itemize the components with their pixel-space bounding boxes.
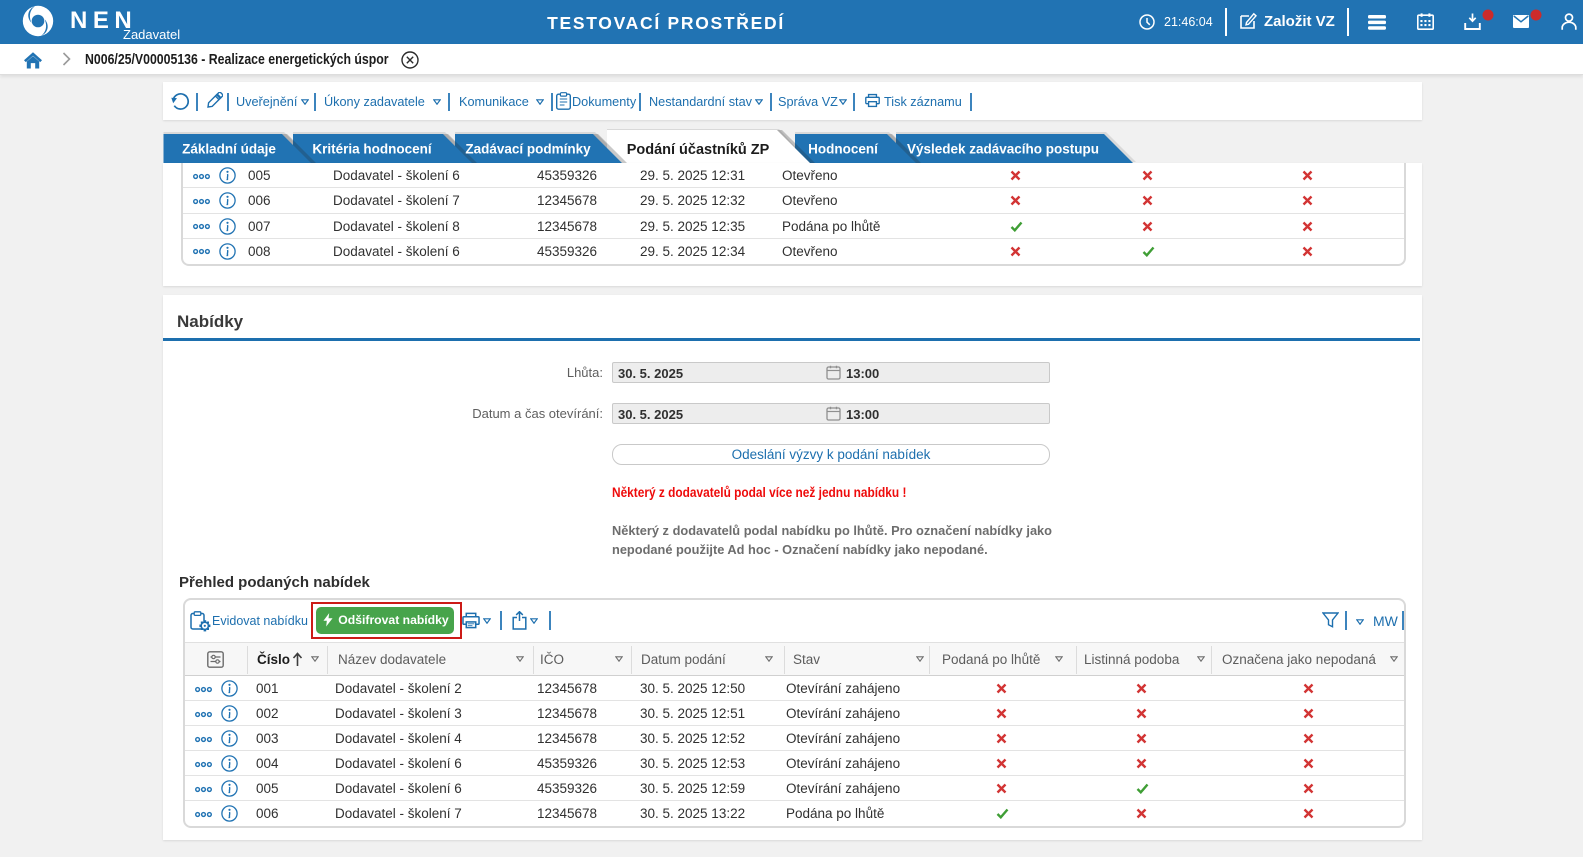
svg-text:Zadávací podmínky: Zadávací podmínky (465, 142, 591, 157)
svg-text:Výsledek zadávacího postupu: Výsledek zadávacího postupu (907, 142, 1099, 157)
svg-text:Základní údaje: Základní údaje (182, 142, 276, 157)
svg-text:Podání účastníků ZP: Podání účastníků ZP (627, 142, 770, 158)
svg-text:Hodnocení: Hodnocení (808, 142, 879, 157)
svg-text:Kritéria hodnocení: Kritéria hodnocení (312, 142, 433, 157)
